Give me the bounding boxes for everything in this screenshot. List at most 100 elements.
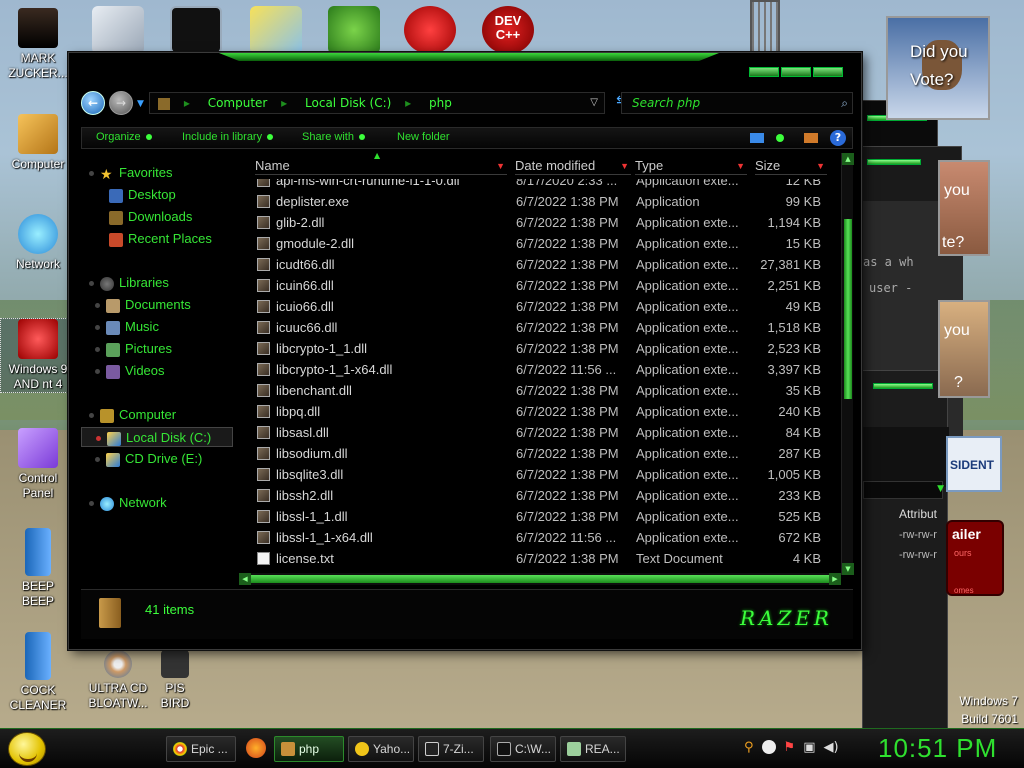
- new-folder-button[interactable]: New folder: [397, 131, 450, 143]
- column-dropdown-icon[interactable]: ▼: [736, 157, 745, 175]
- nav-documents[interactable]: Documents: [95, 295, 191, 315]
- expand-bullet-icon[interactable]: [95, 457, 100, 463]
- file-row[interactable]: libcrypto-1_1-x64.dll 6/7/2022 11:56 ... A…: [239, 359, 839, 380]
- taskbar-7zip[interactable]: 7-Zi...: [418, 736, 484, 762]
- maximize-button[interactable]: [781, 67, 811, 77]
- taskbar-readme[interactable]: REA...: [560, 736, 626, 762]
- expand-bullet-icon[interactable]: [89, 281, 94, 287]
- address-bar[interactable]: ▸ Computer ▸ Local Disk (C:) ▸ php ▽: [149, 92, 605, 114]
- nav-local-disk-c[interactable]: Local Disk (C:): [81, 427, 233, 447]
- minimize-button[interactable]: [749, 67, 779, 77]
- file-row[interactable]: libssl-1_1-x64.dll 6/7/2022 11:56 ... Appl…: [239, 527, 839, 548]
- search-icon[interactable]: ⚲: [744, 740, 754, 755]
- taskbar-php[interactable]: php: [274, 736, 344, 762]
- file-row[interactable]: icuio66.dll 6/7/2022 1:38 PM Application e…: [239, 296, 839, 317]
- desktop-icon-control-panel[interactable]: Control Panel: [0, 428, 76, 501]
- desktop-icon-pis-bird[interactable]: PIS BIRD: [140, 650, 210, 711]
- file-row[interactable]: libpq.dll 6/7/2022 1:38 PM Application ext…: [239, 401, 839, 422]
- desktop-icon-network[interactable]: Network: [0, 214, 76, 272]
- scroll-thumb[interactable]: [251, 575, 829, 583]
- column-header-date[interactable]: Date modified ▼: [515, 157, 631, 175]
- flag-icon[interactable]: ⚑: [784, 740, 796, 755]
- desktop-top-icon-p[interactable]: [404, 6, 456, 54]
- start-button[interactable]: [8, 732, 46, 766]
- breadcrumb-separator-icon[interactable]: ▸: [405, 96, 411, 110]
- file-row[interactable]: glib-2.dll 6/7/2022 1:38 PM Application ex…: [239, 212, 839, 233]
- file-row[interactable]: libssl-1_1.dll 6/7/2022 1:38 PM Applicatio…: [239, 506, 839, 527]
- breadcrumb-php[interactable]: php: [429, 96, 452, 110]
- network-tray-icon[interactable]: ▣: [803, 740, 815, 755]
- background-sftp-window[interactable]: ▼ Attribut -rw-rw-r -rw-rw-r: [862, 370, 949, 730]
- nav-videos[interactable]: Videos: [95, 361, 165, 381]
- minus-circle-icon[interactable]: [761, 740, 776, 754]
- close-button[interactable]: [813, 67, 843, 77]
- expand-bullet-icon[interactable]: [89, 413, 94, 419]
- file-row[interactable]: libsodium.dll 6/7/2022 1:38 PM Application…: [239, 443, 839, 464]
- recent-pages-dropdown[interactable]: ▼: [137, 99, 144, 109]
- file-row[interactable]: libsasl.dll 6/7/2022 1:38 PM Application e…: [239, 422, 839, 443]
- column-dropdown-icon[interactable]: ▼: [816, 157, 825, 175]
- column-dropdown-icon[interactable]: ▼: [496, 157, 505, 175]
- preview-pane-icon[interactable]: [804, 133, 818, 143]
- clock[interactable]: 10:51 PM: [878, 733, 997, 764]
- file-row[interactable]: deplister.exe 6/7/2022 1:38 PM Application…: [239, 191, 839, 212]
- search-input[interactable]: Search php ⌕: [621, 92, 853, 114]
- file-row[interactable]: libssh2.dll 6/7/2022 1:38 PM Application e…: [239, 485, 839, 506]
- nav-recent-places[interactable]: Recent Places: [109, 229, 212, 249]
- file-row[interactable]: license.txt 6/7/2022 1:38 PM Text Document…: [239, 548, 839, 569]
- file-row[interactable]: libcrypto-1_1.dll 6/7/2022 1:38 PM Applica…: [239, 338, 839, 359]
- view-dropdown-icon[interactable]: [776, 134, 784, 142]
- nav-favorites[interactable]: ★ Favorites: [89, 163, 172, 183]
- view-options-icon[interactable]: [750, 133, 764, 143]
- include-in-library-button[interactable]: Include in library: [182, 131, 274, 143]
- file-row[interactable]: api-ms-win-crt-runtime-l1-1-0.dll 8/17/20…: [239, 179, 839, 191]
- nav-desktop[interactable]: Desktop: [109, 185, 176, 205]
- scroll-right-icon[interactable]: ▶: [829, 573, 841, 585]
- file-row[interactable]: libsqlite3.dll 6/7/2022 1:38 PM Applicatio…: [239, 464, 839, 485]
- desktop-top-icon-document[interactable]: [92, 6, 144, 54]
- breadcrumb-computer[interactable]: Computer: [208, 96, 268, 110]
- expand-bullet-icon[interactable]: [95, 347, 100, 353]
- taskbar-epic[interactable]: Epic ...: [166, 736, 236, 762]
- scroll-left-icon[interactable]: ◀: [239, 573, 251, 585]
- expand-bullet-icon[interactable]: [95, 325, 100, 331]
- horizontal-scrollbar[interactable]: ◀ ▶: [239, 573, 841, 585]
- column-dropdown-icon[interactable]: ▼: [620, 157, 629, 175]
- desktop-icon-cock-cleaner[interactable]: COCK CLEANER: [0, 632, 76, 713]
- scroll-up-icon[interactable]: ▲: [842, 153, 854, 165]
- desktop-top-icon-cmd[interactable]: [170, 6, 222, 54]
- poster-president[interactable]: SIDENT: [946, 436, 1002, 492]
- expand-bullet-icon[interactable]: [89, 501, 94, 507]
- desktop-top-icon-angry-birds[interactable]: [328, 6, 380, 54]
- vertical-scrollbar[interactable]: ▲ ▼: [841, 153, 854, 575]
- speaker-icon[interactable]: ◀): [823, 740, 838, 755]
- desktop-icon-mark-zucker[interactable]: MARK ZUCKER...: [0, 8, 76, 81]
- poster-trailer[interactable]: ailer ours omes: [946, 520, 1004, 596]
- breadcrumb-separator-icon[interactable]: ▸: [281, 96, 287, 110]
- expand-bullet-icon[interactable]: [96, 436, 101, 442]
- poster-3[interactable]: you ?: [938, 300, 990, 398]
- nav-pictures[interactable]: Pictures: [95, 339, 172, 359]
- firefox-icon[interactable]: [246, 738, 266, 758]
- nav-downloads[interactable]: Downloads: [109, 207, 192, 227]
- poster-obama[interactable]: Did you Vote?: [886, 16, 990, 120]
- taskbar-yahoo[interactable]: Yaho...: [348, 736, 414, 762]
- column-header-name[interactable]: Name ▼: [255, 157, 507, 175]
- back-button[interactable]: ←: [81, 91, 105, 115]
- file-row[interactable]: icudt66.dll 6/7/2022 1:38 PM Application e…: [239, 254, 839, 275]
- nav-computer[interactable]: Computer: [89, 405, 176, 425]
- expand-bullet-icon[interactable]: [95, 369, 100, 375]
- address-dropdown-icon[interactable]: ▽: [590, 93, 598, 113]
- organize-button[interactable]: Organize: [96, 131, 152, 143]
- desktop-top-icon-app[interactable]: [250, 6, 302, 54]
- nav-libraries[interactable]: Libraries: [89, 273, 169, 293]
- scroll-down-icon[interactable]: ▼: [842, 563, 854, 575]
- explorer-window[interactable]: ← → ▼ ▸ Computer ▸ Local Disk (C:) ▸ php…: [68, 52, 862, 650]
- scroll-thumb[interactable]: [844, 219, 852, 399]
- desktop-top-icon-devcpp[interactable]: DEV C++: [482, 6, 534, 54]
- expand-bullet-icon[interactable]: [95, 303, 100, 309]
- column-header-type[interactable]: Type ▼: [635, 157, 747, 175]
- help-icon[interactable]: ?: [830, 130, 846, 146]
- nav-cd-drive-e[interactable]: CD Drive (E:): [95, 449, 202, 469]
- nav-music[interactable]: Music: [95, 317, 159, 337]
